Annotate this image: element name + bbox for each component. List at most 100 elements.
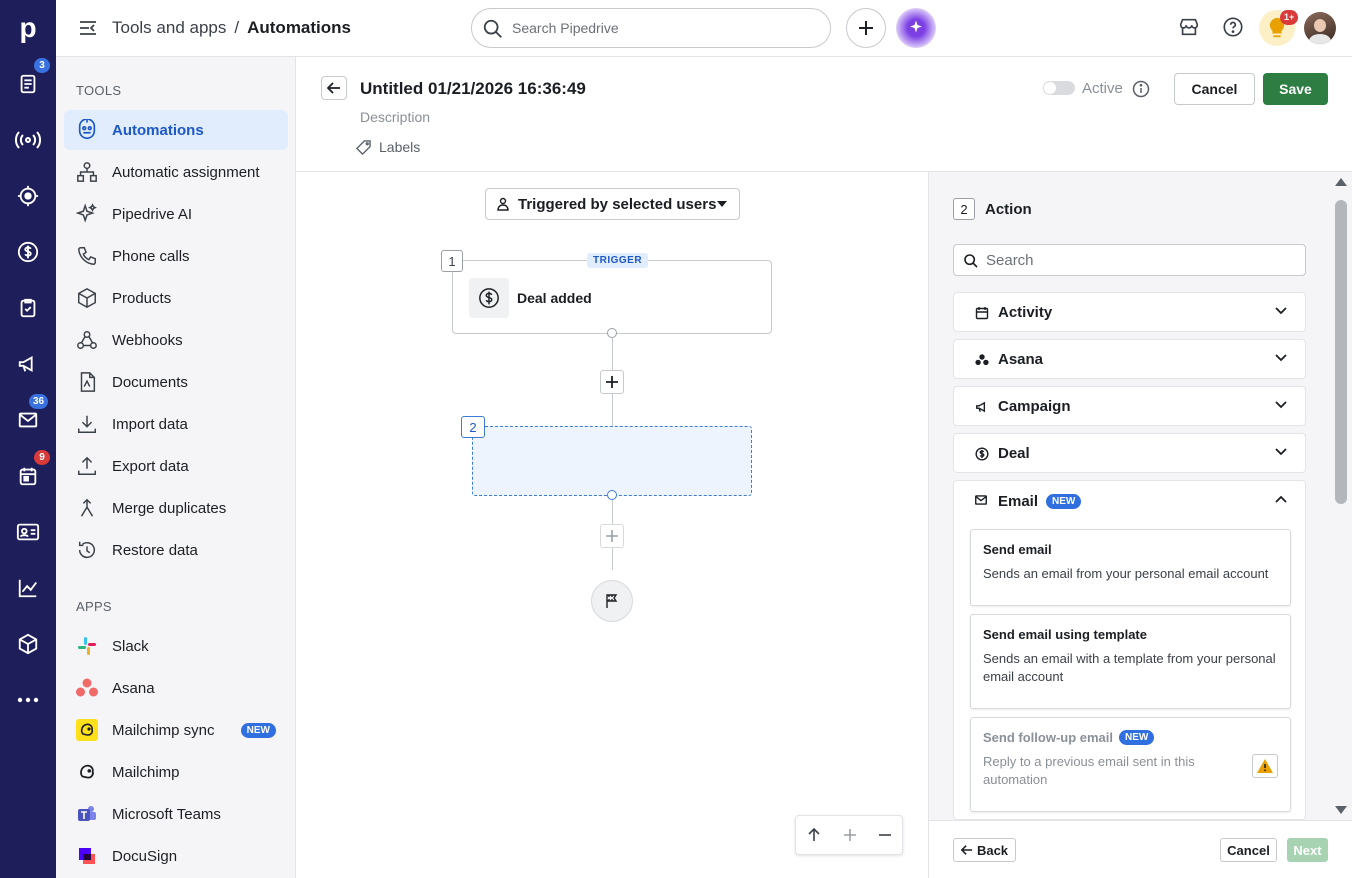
leads-icon[interactable] (14, 70, 42, 98)
notification-badge: 1+ (1280, 10, 1299, 25)
mail-icon (974, 493, 988, 507)
category-asana[interactable]: Asana (953, 339, 1306, 379)
phone-icon (76, 245, 98, 267)
calendar-icon[interactable] (14, 462, 42, 490)
panel-cancel-button[interactable]: Cancel (1220, 838, 1277, 862)
end-flag-icon (591, 580, 633, 622)
category-deal[interactable]: Deal (953, 433, 1306, 473)
avatar[interactable] (1304, 12, 1336, 44)
zoom-in-icon[interactable] (843, 829, 856, 841)
sidebar-item-merge-duplicates[interactable]: Merge duplicates (64, 488, 288, 528)
mailchimp-icon (76, 761, 98, 783)
add-step-button[interactable] (600, 370, 624, 394)
restore-icon (76, 539, 98, 561)
slack-icon (76, 635, 98, 657)
caret-down-icon (717, 201, 727, 207)
chevron-down-icon (1275, 401, 1287, 409)
upload-icon (76, 455, 98, 477)
sidebar-item-products[interactable]: Products (64, 278, 288, 318)
zoom-out-icon[interactable] (878, 829, 891, 841)
action-card-send-follow-up-email[interactable]: Send follow-up email NEW Reply to a previ… (970, 717, 1291, 812)
chevron-down-icon (1275, 448, 1287, 456)
dollar-icon (469, 278, 509, 318)
sidebar-item-webhooks[interactable]: Webhooks (64, 320, 288, 360)
calendar-icon (974, 305, 990, 321)
active-label: Active (1082, 80, 1123, 97)
quick-add-button[interactable] (846, 8, 886, 48)
sidebar-item-microsoft-teams[interactable]: Microsoft Teams (64, 794, 288, 834)
panel-scrollbar[interactable] (1335, 178, 1347, 814)
category-email[interactable]: Email NEW (954, 481, 1305, 521)
labels-button[interactable]: Labels (356, 139, 420, 155)
description-field[interactable]: Description (360, 109, 430, 125)
sidebar-item-export-data[interactable]: Export data (64, 446, 288, 486)
save-button[interactable]: Save (1263, 73, 1328, 105)
megaphone-icon (974, 399, 990, 415)
panel-back-button[interactable]: Back (953, 838, 1016, 862)
more-icon[interactable] (14, 686, 42, 714)
tools-heading: TOOLS (76, 83, 122, 98)
category-activity[interactable]: Activity (953, 292, 1306, 332)
sidebar-item-mailchimp-sync[interactable]: Mailchimp sync NEW (64, 710, 288, 750)
action-node-number: 2 (461, 416, 485, 438)
contacts-icon[interactable] (14, 518, 42, 546)
cancel-button[interactable]: Cancel (1174, 73, 1255, 105)
global-search-input[interactable]: Search Pipedrive (471, 8, 831, 48)
back-button[interactable] (321, 76, 347, 100)
teams-icon (76, 803, 98, 825)
marketplace-icon[interactable] (1178, 16, 1202, 40)
action-card-send-email-template[interactable]: Send email using template Sends an email… (970, 614, 1291, 709)
mail-icon[interactable] (14, 406, 42, 434)
pipedrive-logo[interactable]: p (0, 0, 56, 56)
automation-title[interactable]: Untitled 01/21/2026 16:36:49 (360, 79, 586, 99)
target-icon[interactable] (14, 182, 42, 210)
sidebar-item-automations[interactable]: Automations (64, 110, 288, 150)
sidebar-item-automatic-assignment[interactable]: Automatic assignment (64, 152, 288, 192)
sidebar-item-asana[interactable]: Asana (64, 668, 288, 708)
scrollbar-thumb[interactable] (1335, 200, 1347, 504)
sidebar-item-restore-data[interactable]: Restore data (64, 530, 288, 570)
chart-icon[interactable] (14, 574, 42, 602)
tag-icon (356, 139, 371, 155)
sidebar-item-phone-calls[interactable]: Phone calls (64, 236, 288, 276)
trigger-tag: TRIGGER (587, 253, 649, 268)
ai-assistant-button[interactable] (896, 8, 936, 48)
arrow-up-icon[interactable] (807, 828, 821, 842)
assignment-icon (76, 161, 98, 183)
sidebar-item-documents[interactable]: Documents (64, 362, 288, 402)
sparkle-icon (76, 203, 98, 225)
search-placeholder: Search Pipedrive (512, 20, 619, 36)
panel-next-button[interactable]: Next (1287, 838, 1328, 862)
clipboard-icon[interactable] (14, 294, 42, 322)
action-step-number: 2 (953, 198, 975, 220)
help-icon[interactable] (1222, 16, 1246, 40)
trigger-node[interactable]: TRIGGER Deal added (452, 253, 772, 334)
info-icon[interactable] (1132, 80, 1150, 98)
category-campaign[interactable]: Campaign (953, 386, 1306, 426)
sidebar-item-docusign[interactable]: DocuSign (64, 836, 288, 876)
action-search-input[interactable]: Search (953, 244, 1306, 276)
sidebar-item-slack[interactable]: Slack (64, 626, 288, 666)
active-toggle[interactable] (1043, 81, 1075, 95)
action-placeholder-node[interactable] (472, 426, 752, 496)
broadcast-icon[interactable] (14, 126, 42, 154)
action-card-send-email[interactable]: Send email Sends an email from your pers… (970, 529, 1291, 606)
top-header: Tools and apps / Automations Search Pipe… (56, 0, 1352, 57)
sidebar-item-pipedrive-ai[interactable]: Pipedrive AI (64, 194, 288, 234)
add-step-button-disabled[interactable] (600, 524, 624, 548)
document-icon (76, 371, 98, 393)
warning-icon[interactable] (1252, 754, 1278, 778)
sidebar-item-import-data[interactable]: Import data (64, 404, 288, 444)
action-panel-title: Action (985, 201, 1032, 218)
dollar-icon[interactable] (14, 238, 42, 266)
sidebar-item-mailchimp[interactable]: Mailchimp (64, 752, 288, 792)
user-icon (496, 197, 510, 211)
box-icon[interactable] (14, 630, 42, 658)
automation-icon (76, 119, 98, 141)
breadcrumb-parent[interactable]: Tools and apps (112, 18, 226, 38)
docusign-icon (76, 845, 98, 867)
calendar-badge: 9 (34, 450, 50, 465)
megaphone-icon[interactable] (14, 350, 42, 378)
collapse-menu-icon[interactable] (78, 18, 98, 38)
trigger-select[interactable]: Triggered by selected users (485, 188, 740, 220)
